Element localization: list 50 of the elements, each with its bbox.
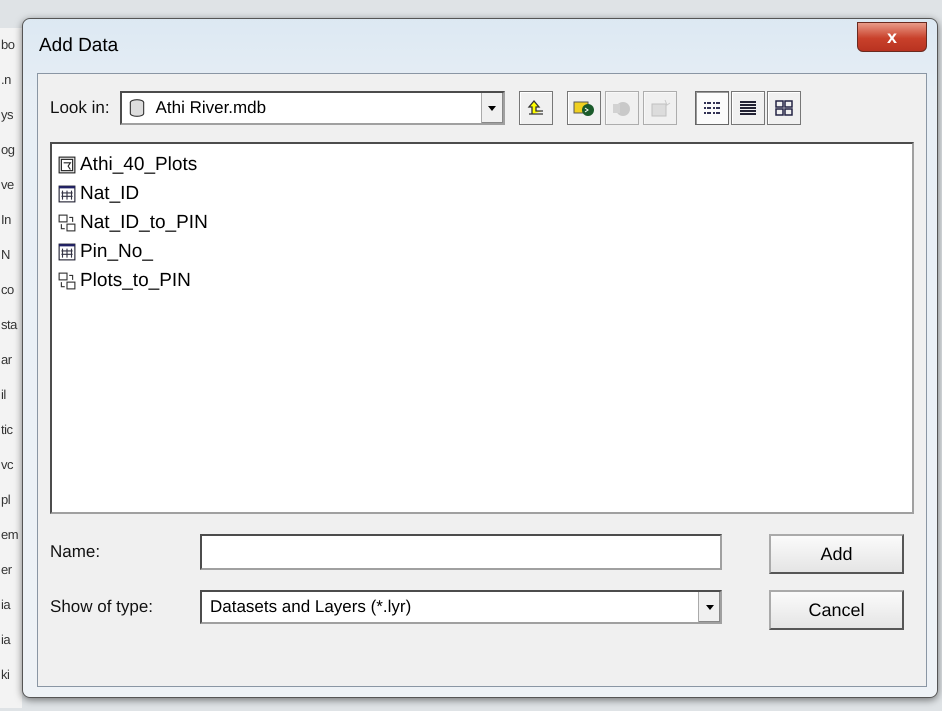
background-text: vc: [0, 456, 14, 474]
background-text: em: [0, 526, 20, 544]
details-view-button[interactable]: [730, 91, 765, 125]
background-text: tic: [0, 421, 14, 439]
background-text: N: [0, 246, 11, 264]
database-icon: [128, 98, 146, 118]
background-text: .n: [0, 71, 12, 89]
background-text: ia: [0, 631, 12, 649]
background-text: er: [0, 561, 13, 579]
background-text: co: [0, 281, 15, 299]
list-item[interactable]: Plots_to_PIN: [58, 266, 191, 295]
look-in-dropdown[interactable]: Athi River.mdb: [120, 91, 505, 125]
background-text: ia: [0, 596, 12, 614]
table-icon: [58, 184, 76, 202]
cancel-button[interactable]: Cancel: [769, 590, 904, 630]
list-item[interactable]: Athi_40_Plots: [58, 150, 198, 179]
table-icon: [58, 242, 76, 260]
list-view-button[interactable]: [694, 91, 729, 125]
look-in-label: Look in:: [50, 98, 110, 118]
list-item[interactable]: Pin_No_: [58, 237, 153, 266]
name-label: Name:: [50, 542, 102, 562]
background-text: sta: [0, 316, 18, 334]
background-text: pl: [0, 491, 12, 509]
list-item[interactable]: Nat_ID: [58, 179, 140, 208]
list-item[interactable]: Nat_ID_to_PIN: [58, 208, 208, 237]
type-label: Show of type:: [50, 597, 154, 617]
window-title: Add Data: [38, 35, 118, 57]
new-item-icon: [648, 98, 671, 118]
background-text: ve: [0, 176, 15, 194]
up-folder-button[interactable]: [518, 91, 553, 125]
relationship-icon: [58, 214, 76, 232]
close-button[interactable]: x: [857, 22, 927, 52]
background-text: In: [0, 211, 12, 229]
relationship-icon: [58, 272, 76, 290]
add-button[interactable]: Add: [769, 534, 904, 574]
thumbnail-view-button[interactable]: [766, 91, 801, 125]
background-text: ys: [0, 106, 14, 124]
up-arrow-icon: [526, 99, 546, 117]
background-text: ar: [0, 351, 13, 369]
name-field[interactable]: [200, 534, 722, 570]
feature-class-icon: [58, 156, 76, 174]
details-view-icon: [738, 100, 757, 116]
background-text: og: [0, 141, 16, 159]
thumbnail-view-icon: [774, 100, 793, 116]
background-text: bo: [0, 36, 16, 54]
background-text: il: [0, 386, 7, 404]
list-view-icon: [702, 100, 721, 116]
background-text: ki: [0, 666, 10, 684]
type-dropdown[interactable]: Datasets and Layers (*.lyr): [200, 590, 722, 624]
connect-folder-button[interactable]: [566, 91, 601, 125]
